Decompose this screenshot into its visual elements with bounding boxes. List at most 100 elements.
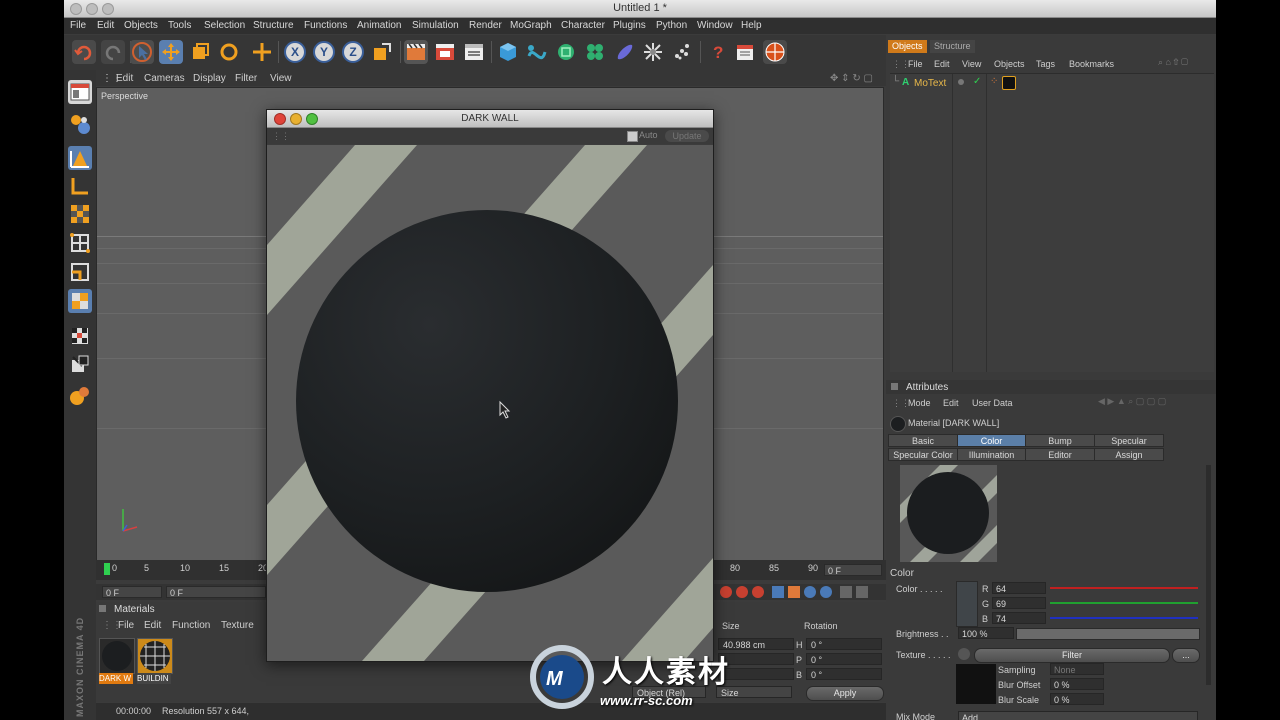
rot-b-field[interactable]: 0 °	[806, 668, 882, 680]
update-button[interactable]: Update	[665, 130, 709, 142]
menu-window[interactable]: Window	[697, 20, 733, 31]
menu-edit[interactable]: Edit	[97, 20, 114, 31]
add-deformer-button[interactable]	[612, 40, 636, 64]
tab-editor[interactable]: Editor	[1025, 448, 1095, 461]
sculpt-mode-button[interactable]	[68, 384, 92, 408]
apply-button[interactable]: Apply	[806, 686, 884, 701]
filter-button[interactable]: Filter	[974, 648, 1170, 663]
attributes-nav-icons[interactable]: ◀ ▶ ▲ ⌕ ▢ ▢ ▢	[1098, 396, 1166, 407]
viewport-navigation-icons[interactable]: ✥ ⇕ ↻ ▢	[830, 73, 873, 84]
tab-illumination[interactable]: Illumination	[957, 448, 1026, 461]
sampling-select[interactable]: None	[1050, 663, 1104, 675]
points-mode-button[interactable]	[68, 231, 92, 255]
object-manager-list[interactable]: └ A MoText ✓ ⁘	[890, 73, 1214, 372]
materials-menu-function[interactable]: Function	[172, 620, 210, 631]
record-button[interactable]	[720, 586, 732, 598]
menu-python[interactable]: Python	[656, 20, 687, 31]
material-name-building[interactable]: BUILDIN	[137, 673, 171, 684]
add-particles-button[interactable]	[670, 40, 694, 64]
tab-specular[interactable]: Specular	[1094, 434, 1164, 447]
materials-menu-edit[interactable]: Edit	[144, 620, 161, 631]
material-tag-icon[interactable]	[1002, 76, 1016, 90]
layout-button[interactable]	[68, 80, 92, 104]
rot-p-field[interactable]: 0 °	[806, 653, 882, 665]
timeline-playhead[interactable]	[104, 563, 110, 575]
objects-search-icons[interactable]: ⌕ ⌂ ⇧ ▢	[1158, 57, 1188, 68]
auto-checkbox[interactable]	[627, 131, 638, 142]
object-row-motext[interactable]: └ A MoText ✓ ⁘	[890, 76, 1210, 90]
material-thumb-dark-wall[interactable]	[99, 638, 135, 674]
tab-specular-color[interactable]: Specular Color	[888, 448, 958, 461]
material-name-dark-wall[interactable]: DARK W	[99, 673, 133, 684]
menu-plugins[interactable]: Plugins	[613, 20, 646, 31]
menu-render[interactable]: Render	[469, 20, 502, 31]
key-pla-button[interactable]	[840, 586, 852, 598]
tab-basic[interactable]: Basic	[888, 434, 958, 447]
add-scene-object-button[interactable]	[641, 40, 665, 64]
color-r-field[interactable]: 64	[992, 582, 1046, 594]
edges-mode-button[interactable]	[68, 260, 92, 284]
menu-file[interactable]: File	[70, 20, 86, 31]
materials-menu-texture[interactable]: Texture	[221, 620, 254, 631]
tab-color[interactable]: Color	[957, 434, 1026, 447]
menu-tools[interactable]: Tools	[168, 20, 191, 31]
menu-character[interactable]: Character	[561, 20, 605, 31]
add-nurbs-button[interactable]	[554, 40, 578, 64]
timeline-button[interactable]	[733, 40, 757, 64]
world-axis-button[interactable]	[250, 40, 274, 64]
current-frame-field[interactable]: 0 F	[102, 586, 162, 598]
mix-mode-select[interactable]: Add	[958, 711, 1198, 720]
object-mode-button[interactable]	[68, 146, 92, 170]
undo-button[interactable]	[72, 40, 96, 64]
menu-animation[interactable]: Animation	[357, 20, 401, 31]
visibility-dot-icon[interactable]	[958, 79, 964, 85]
tab-objects[interactable]: Objects	[888, 40, 927, 53]
tab-structure[interactable]: Structure	[930, 40, 975, 53]
menu-functions[interactable]: Functions	[304, 20, 347, 31]
rot-h-field[interactable]: 0 °	[806, 638, 882, 650]
viewport-menu-filter[interactable]: Filter	[235, 73, 257, 84]
objects-menu-edit[interactable]: Edit	[934, 59, 950, 69]
keyframe-selection-button[interactable]	[752, 586, 764, 598]
viewport-menu-cameras[interactable]: Cameras	[144, 73, 185, 84]
objects-menu-view[interactable]: View	[962, 59, 981, 69]
menu-simulation[interactable]: Simulation	[412, 20, 459, 31]
lock-y-axis-button[interactable]: Y	[312, 40, 336, 64]
blur-scale-field[interactable]: 0 %	[1050, 693, 1104, 705]
render-settings-button[interactable]	[462, 40, 486, 64]
key-position-button[interactable]	[772, 586, 784, 598]
enable-axis-button[interactable]	[68, 324, 92, 348]
add-mograph-cloner-button[interactable]	[583, 40, 607, 64]
menu-objects[interactable]: Objects	[124, 20, 158, 31]
add-cube-button[interactable]	[496, 40, 520, 64]
color-g-slider[interactable]	[1050, 602, 1198, 604]
menu-selection[interactable]: Selection	[204, 20, 245, 31]
material-preview-render[interactable]	[267, 145, 713, 661]
preview-min-frame-field[interactable]: 0 F	[166, 586, 266, 598]
live-selection-button[interactable]	[130, 40, 154, 64]
add-spline-button[interactable]	[525, 40, 549, 64]
timeline-end-frame-field[interactable]: 0 F	[824, 564, 882, 576]
move-tool-button[interactable]	[159, 40, 183, 64]
objects-menu-bookmarks[interactable]: Bookmarks	[1069, 59, 1114, 69]
color-swatch[interactable]	[956, 581, 978, 627]
lock-z-axis-button[interactable]: Z	[341, 40, 365, 64]
viewport-menu-edit[interactable]: Edit	[116, 73, 133, 84]
viewport-menu-display[interactable]: Display	[193, 73, 226, 84]
texture-more-button[interactable]: ...	[1172, 648, 1200, 663]
tweak-mode-button[interactable]	[68, 352, 92, 376]
render-view-button[interactable]	[404, 40, 428, 64]
key-parameter-button[interactable]	[820, 586, 832, 598]
model-mode-button[interactable]	[68, 112, 92, 136]
coordinate-system-button[interactable]	[370, 40, 394, 64]
color-b-field[interactable]: 74	[992, 612, 1046, 624]
material-thumb-building[interactable]	[137, 638, 173, 674]
objects-menu-objects[interactable]: Objects	[994, 59, 1025, 69]
redo-button[interactable]	[101, 40, 125, 64]
menu-mograph[interactable]: MoGraph	[510, 20, 552, 31]
attributes-scrollbar[interactable]	[1206, 465, 1211, 685]
attributes-menu-mode[interactable]: Mode	[908, 398, 931, 408]
attributes-menu-userdata[interactable]: User Data	[972, 398, 1013, 408]
color-b-slider[interactable]	[1050, 617, 1198, 619]
key-scale-button[interactable]	[788, 586, 800, 598]
